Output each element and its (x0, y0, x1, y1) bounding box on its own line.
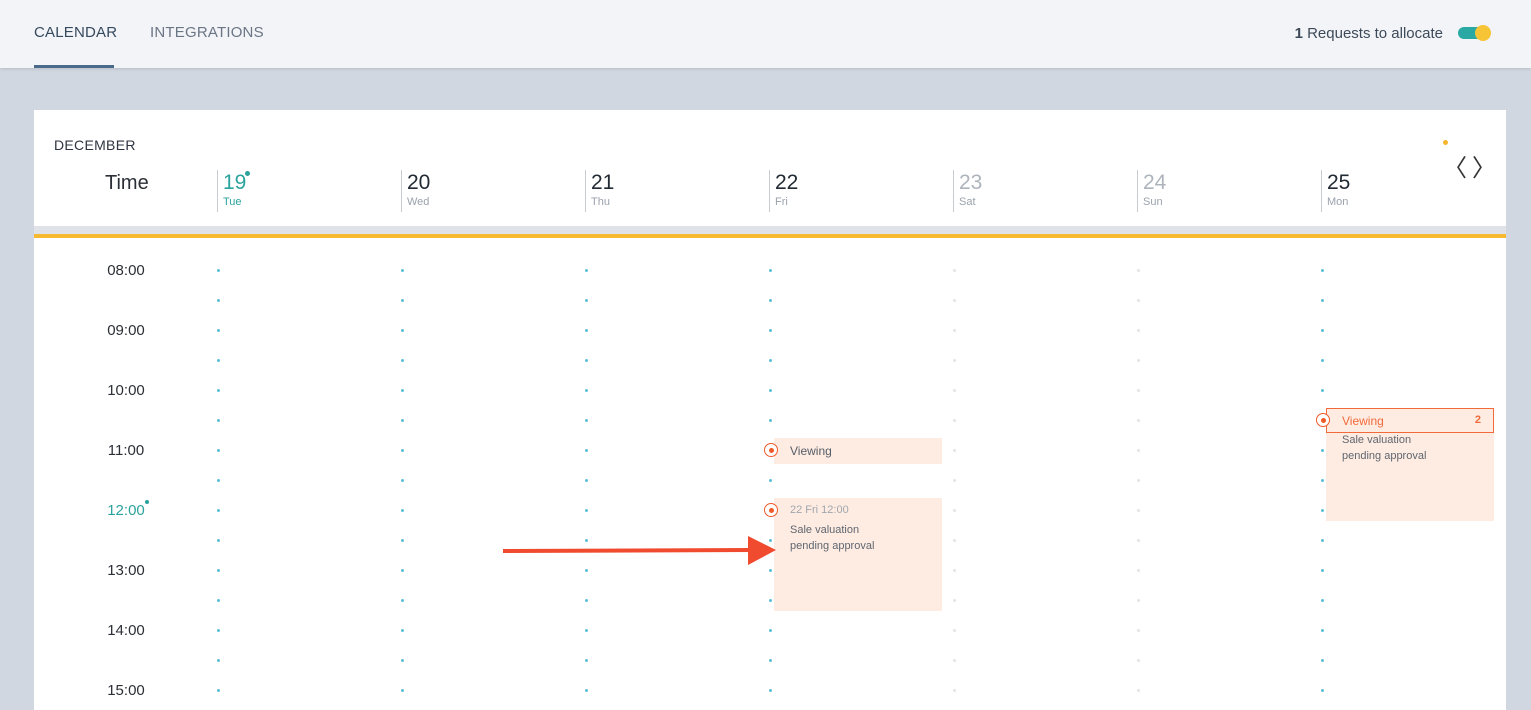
arrow-shaft (502, 548, 753, 553)
arrow-right-icon (502, 536, 776, 565)
arrow-head (748, 536, 776, 565)
